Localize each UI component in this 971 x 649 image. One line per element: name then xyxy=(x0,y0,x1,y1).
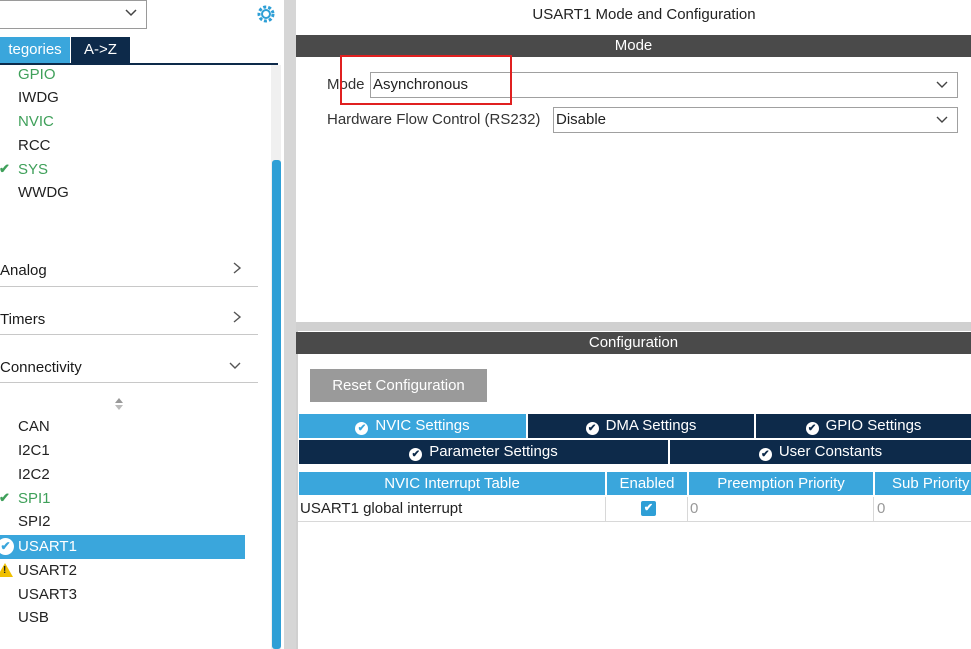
reset-configuration-button[interactable]: Reset Configuration xyxy=(310,369,487,402)
tree-item-usart2[interactable]: USART2 xyxy=(18,560,77,582)
divider xyxy=(0,286,258,287)
tab-label: User Constants xyxy=(778,443,883,460)
column-header-enabled[interactable]: Enabled xyxy=(607,472,687,495)
tree-item-usb[interactable]: USB xyxy=(18,607,49,629)
tab-label: GPIO Settings xyxy=(825,417,922,434)
tab-a-z[interactable]: A->Z xyxy=(71,37,130,63)
tab-label: Parameter Settings xyxy=(429,443,558,460)
cell-divider xyxy=(687,497,688,521)
config-left-border xyxy=(296,330,298,649)
tree-item-usart3[interactable]: USART3 xyxy=(18,584,77,606)
panel-splitter[interactable] xyxy=(284,0,296,649)
flow-control-value: Disable xyxy=(556,111,607,128)
column-header-sub-priority[interactable]: Sub Priority xyxy=(875,472,971,495)
cell-divider xyxy=(605,497,606,521)
tree-item-usart1-selected[interactable]: ✔ USART1 xyxy=(0,535,245,559)
flow-control-select[interactable]: Disable xyxy=(553,107,958,133)
tree-item-usart1[interactable]: USART1 xyxy=(18,536,77,558)
page-title: USART1 Mode and Configuration xyxy=(532,6,756,23)
mode-configuration-panel: USART1 Mode and Configuration Mode Mode … xyxy=(296,0,971,649)
sub-priority-cell[interactable]: 0 xyxy=(877,497,967,521)
scrollbar-thumb[interactable] xyxy=(272,160,281,649)
category-dropdown[interactable] xyxy=(0,0,147,29)
tab-user-constants[interactable]: ✔ User Constants xyxy=(670,440,971,464)
chevron-down-icon xyxy=(935,73,949,105)
chevron-down-icon xyxy=(124,5,138,22)
check-circle-icon: ✔ xyxy=(355,422,369,435)
tab-nvic-settings[interactable]: ✔ NVIC Settings xyxy=(299,414,526,438)
check-icon: ✔ xyxy=(0,490,10,505)
highlight-box xyxy=(340,55,512,105)
check-icon: ✔ xyxy=(0,161,10,176)
enabled-checkbox[interactable]: ✔ xyxy=(641,501,656,516)
tree-item-can[interactable]: CAN xyxy=(18,416,50,438)
check-circle-icon: ✔ xyxy=(585,422,599,435)
section-separator[interactable] xyxy=(296,322,971,331)
tree-item-i2c1[interactable]: I2C1 xyxy=(18,440,50,462)
category-label: Connectivity xyxy=(0,359,82,376)
category-label: Analog xyxy=(0,262,47,279)
chevron-right-icon xyxy=(232,309,242,331)
chevron-down-icon xyxy=(228,357,242,379)
sort-icon[interactable] xyxy=(113,396,125,414)
tree-item-wwdg[interactable]: WWDG xyxy=(18,182,69,204)
check-circle-icon: ✔ xyxy=(758,448,772,461)
tab-label: DMA Settings xyxy=(605,417,697,434)
column-header-interrupt[interactable]: NVIC Interrupt Table xyxy=(299,472,605,495)
tab-dma-settings[interactable]: ✔ DMA Settings xyxy=(528,414,754,438)
tree-item-iwdg[interactable]: IWDG xyxy=(18,87,59,109)
tab-parameter-settings[interactable]: ✔ Parameter Settings xyxy=(299,440,668,464)
interrupt-name-cell: USART1 global interrupt xyxy=(300,500,463,517)
divider xyxy=(0,334,258,335)
category-label: Timers xyxy=(0,311,46,328)
category-timers[interactable]: Timers xyxy=(0,309,258,331)
tab-label: NVIC Settings xyxy=(375,417,470,434)
tree-item-rcc[interactable]: RCC xyxy=(18,135,51,157)
tab-categories[interactable]: tegories xyxy=(0,37,70,63)
chevron-down-icon xyxy=(935,108,949,140)
tree-item-gpio[interactable]: GPIO xyxy=(18,64,56,86)
tree-item-nvic[interactable]: NVIC xyxy=(18,111,54,133)
divider xyxy=(0,382,258,383)
check-circle-icon: ✔ xyxy=(409,448,423,461)
preemption-priority-cell[interactable]: 0 xyxy=(690,497,870,521)
check-circle-icon: ✔ xyxy=(0,538,14,555)
mode-section-header: Mode xyxy=(296,35,971,57)
category-connectivity[interactable]: Connectivity xyxy=(0,357,258,379)
peripheral-tree-panel: tegories A->Z GPIO IWDG NVIC RCC ✔ SYS W… xyxy=(0,0,284,649)
category-analog[interactable]: Analog xyxy=(0,260,258,282)
column-header-preemption[interactable]: Preemption Priority xyxy=(689,472,873,495)
warning-icon: ! xyxy=(0,563,13,577)
chevron-right-icon xyxy=(232,260,242,282)
check-circle-icon: ✔ xyxy=(805,422,819,435)
row-divider xyxy=(298,521,971,522)
tree-item-sys[interactable]: SYS xyxy=(18,159,48,181)
flow-control-label: Hardware Flow Control (RS232) xyxy=(327,111,541,128)
tree-item-spi2[interactable]: SPI2 xyxy=(18,511,51,533)
cell-divider xyxy=(873,497,874,521)
gear-icon[interactable] xyxy=(255,3,277,25)
configuration-section-header: Configuration xyxy=(296,332,971,354)
tree-item-spi1[interactable]: SPI1 xyxy=(18,488,51,510)
tab-gpio-settings[interactable]: ✔ GPIO Settings xyxy=(756,414,971,438)
tree-item-i2c2[interactable]: I2C2 xyxy=(18,464,50,486)
